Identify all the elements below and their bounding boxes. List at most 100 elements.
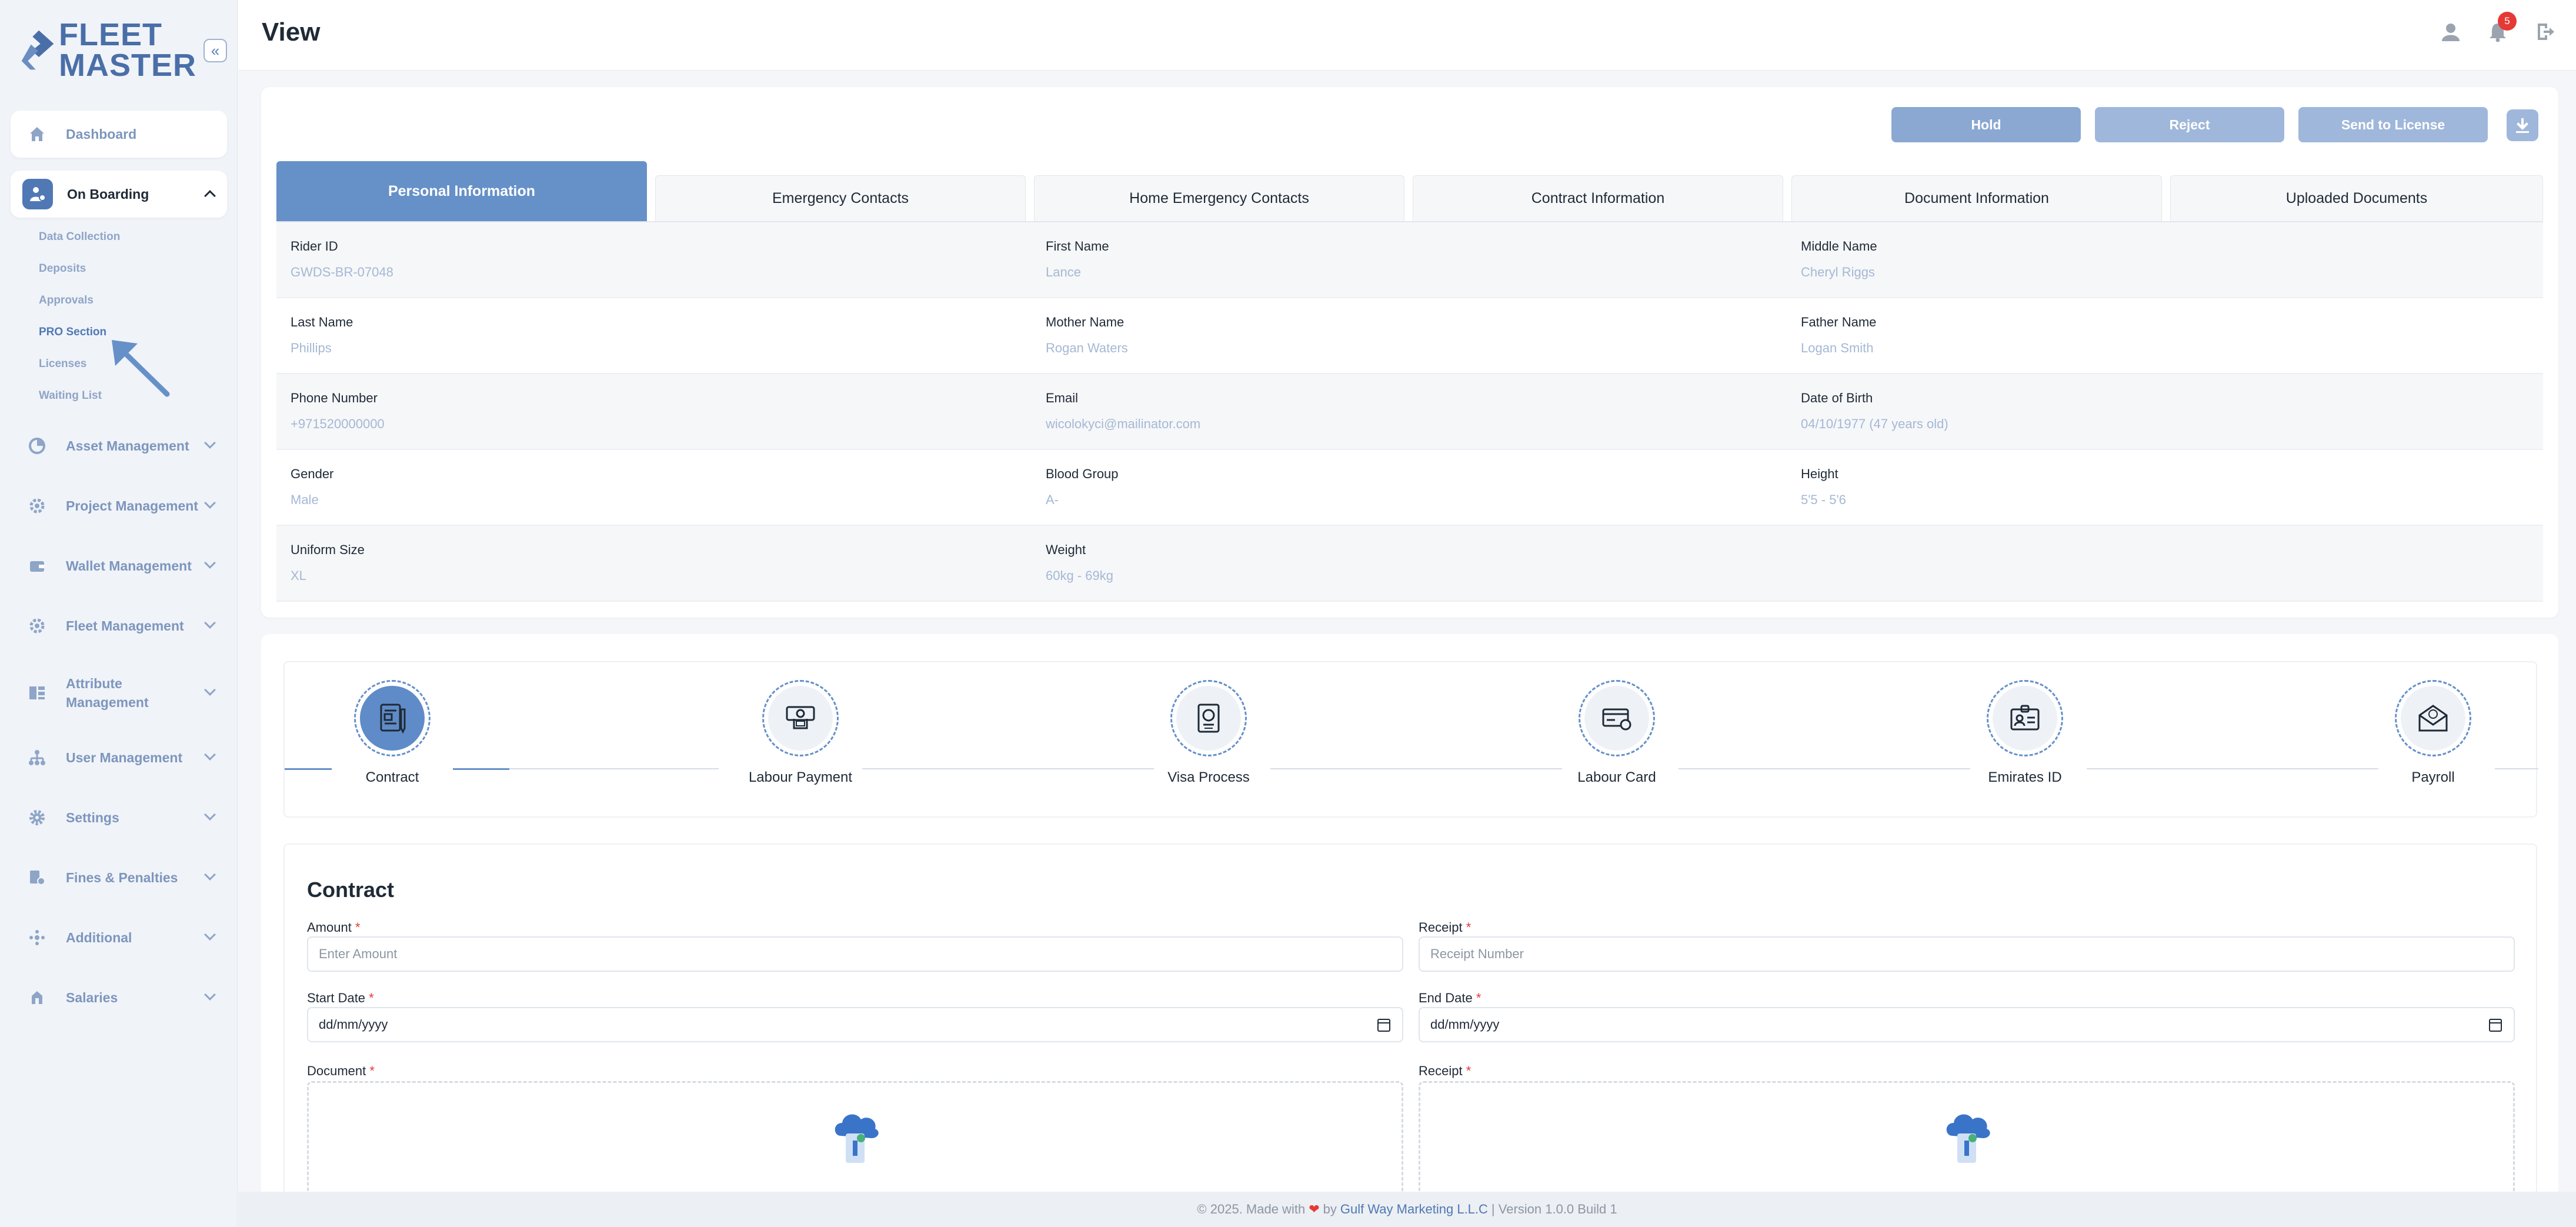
receipt-upload-dropzone[interactable] bbox=[1419, 1081, 2515, 1205]
tab-emergency-contacts[interactable]: Emergency Contacts bbox=[655, 175, 1026, 221]
collapse-sidebar-button[interactable]: « bbox=[203, 39, 227, 62]
logo-text: FLEET MASTER bbox=[59, 19, 196, 81]
step-emirates-id[interactable]: Emirates ID bbox=[1937, 680, 2113, 786]
step-label: Payroll bbox=[2411, 769, 2455, 785]
sidebar-item-asset-management[interactable]: Asset Management bbox=[11, 422, 227, 469]
home-icon bbox=[22, 119, 52, 149]
field-value: 5'5 - 5'6 bbox=[1801, 492, 1846, 507]
calendar-icon[interactable] bbox=[2489, 1019, 2502, 1032]
tab-document-information[interactable]: Document Information bbox=[1791, 175, 2162, 221]
field-label: Height bbox=[1801, 466, 1838, 481]
step-label: Emirates ID bbox=[1988, 769, 2062, 785]
calendar-icon[interactable] bbox=[1377, 1019, 1390, 1032]
sidebar-item-fleet-management[interactable]: Fleet Management bbox=[11, 602, 227, 649]
pointer-arrow-icon bbox=[112, 340, 170, 397]
hold-button[interactable]: Hold bbox=[1891, 107, 2081, 142]
tab-contract-information[interactable]: Contract Information bbox=[1413, 175, 1783, 221]
step-label: Labour Card bbox=[1577, 769, 1656, 785]
sidebar-item-label: Wallet Management bbox=[66, 558, 192, 574]
step-connector bbox=[1270, 768, 1562, 769]
receipt-file-label: Receipt * bbox=[1419, 1063, 1471, 1079]
logout-button[interactable] bbox=[2531, 18, 2559, 46]
sidebar-subitem-deposits[interactable]: Deposits bbox=[39, 262, 86, 275]
field-value: +971520000000 bbox=[291, 416, 385, 431]
date-value: dd/mm/yyyy bbox=[1430, 1017, 1500, 1032]
document-label: Document * bbox=[307, 1063, 375, 1079]
receipt-number-input[interactable]: Receipt Number bbox=[1419, 936, 2515, 972]
field-label: Gender bbox=[291, 466, 334, 481]
step-connector bbox=[2087, 768, 2378, 769]
sidebar-subitem-pro-section[interactable]: PRO Section bbox=[39, 326, 106, 339]
attribute-icon bbox=[22, 678, 52, 708]
step-payroll[interactable]: Payroll bbox=[2345, 680, 2521, 786]
info-row: Uniform Size XL Weight 60kg - 69kg bbox=[276, 526, 2543, 602]
sidebar-item-fines-penalties[interactable]: Fines & Penalties bbox=[11, 854, 227, 901]
chevron-down-icon bbox=[204, 869, 216, 881]
field-height: Height 5'5 - 5'6 bbox=[1801, 466, 1846, 508]
footer: © 2025. Made with ❤ by Gulf Way Marketin… bbox=[238, 1192, 2576, 1227]
field-label: Weight bbox=[1046, 542, 1086, 557]
sidebar-item-wallet-management[interactable]: Wallet Management bbox=[11, 542, 227, 589]
salary-icon bbox=[22, 983, 52, 1012]
wallet-icon bbox=[22, 551, 52, 581]
logo[interactable]: FLEET MASTER bbox=[20, 18, 196, 82]
document-upload-dropzone[interactable] bbox=[307, 1081, 1403, 1205]
company-link[interactable]: Gulf Way Marketing L.L.C bbox=[1340, 1202, 1488, 1217]
footer-by: by bbox=[1323, 1202, 1337, 1216]
notifications-button[interactable]: 5 bbox=[2484, 12, 2517, 46]
sidebar-subitem-data-collection[interactable]: Data Collection bbox=[39, 231, 120, 244]
sidebar-item-label: Dashboard bbox=[66, 126, 137, 142]
sidebar-item-settings[interactable]: Settings bbox=[11, 794, 227, 841]
double-chevron-left-icon: « bbox=[211, 41, 220, 59]
chevron-up-icon bbox=[204, 190, 216, 202]
field-label: Rider ID bbox=[291, 239, 338, 254]
field-phone-number: Phone Number +971520000000 bbox=[291, 391, 385, 432]
sidebar-item-user-management[interactable]: User Management bbox=[11, 734, 227, 781]
user-profile-button[interactable] bbox=[2437, 18, 2465, 46]
step-circle bbox=[762, 680, 839, 756]
tab-personal-information[interactable]: Personal Information bbox=[276, 161, 647, 221]
sidebar-item-additional[interactable]: Additional bbox=[11, 914, 227, 961]
step-labour-payment[interactable]: Labour Payment bbox=[712, 680, 889, 786]
rider-details-card: Hold Reject Send to License Personal Inf… bbox=[261, 87, 2558, 618]
sidebar: FLEET MASTER « Dashboard On Boarding Dat… bbox=[0, 0, 238, 1227]
onboarding-icon bbox=[22, 179, 53, 209]
receipt-label: Receipt * bbox=[1419, 920, 1471, 935]
end-date-input[interactable]: dd/mm/yyyy bbox=[1419, 1007, 2515, 1042]
sidebar-item-attribute-management[interactable]: Attribute Management bbox=[11, 662, 227, 723]
step-contract[interactable]: Contract bbox=[304, 680, 481, 786]
chevron-down-icon bbox=[204, 497, 216, 509]
start-date-input[interactable]: dd/mm/yyyy bbox=[307, 1007, 1403, 1042]
sidebar-item-project-management[interactable]: Project Management bbox=[11, 482, 227, 529]
sidebar-subitem-licenses[interactable]: Licenses bbox=[39, 358, 86, 371]
download-button[interactable] bbox=[2507, 109, 2538, 141]
step-labour-card[interactable]: Labour Card bbox=[1529, 680, 1705, 786]
step-visa-process[interactable]: Visa Process bbox=[1120, 680, 1297, 786]
sidebar-subitem-approvals[interactable]: Approvals bbox=[39, 294, 94, 307]
user-icon bbox=[2442, 24, 2460, 41]
step-connector bbox=[509, 768, 719, 769]
amount-label: Amount * bbox=[307, 920, 361, 935]
download-icon bbox=[2516, 118, 2529, 133]
chevron-down-icon bbox=[204, 684, 216, 696]
info-row: Gender Male Blood Group A- Height 5'5 - … bbox=[276, 450, 2543, 526]
field-label: Phone Number bbox=[291, 391, 378, 405]
label-text: End Date bbox=[1419, 991, 1473, 1005]
sidebar-item-salaries[interactable]: Salaries bbox=[11, 974, 227, 1021]
step-inner bbox=[1176, 686, 1241, 751]
send-to-license-button[interactable]: Send to License bbox=[2298, 107, 2488, 142]
field-value: Cheryl Riggs bbox=[1801, 265, 1875, 279]
project-icon bbox=[22, 491, 52, 521]
sidebar-item-dashboard[interactable]: Dashboard bbox=[11, 111, 227, 158]
sidebar-item-onboarding[interactable]: On Boarding bbox=[11, 171, 227, 218]
tab-home-emergency-contacts[interactable]: Home Emergency Contacts bbox=[1034, 175, 1404, 221]
sidebar-subitem-waiting-list[interactable]: Waiting List bbox=[39, 389, 102, 402]
field-label: Uniform Size bbox=[291, 542, 365, 557]
field-last-name: Last Name Phillips bbox=[291, 315, 353, 356]
field-blood-group: Blood Group A- bbox=[1046, 466, 1119, 508]
reject-button[interactable]: Reject bbox=[2095, 107, 2284, 142]
amount-input[interactable]: Enter Amount bbox=[307, 936, 1403, 972]
field-value: Rogan Waters bbox=[1046, 341, 1128, 355]
tab-uploaded-documents[interactable]: Uploaded Documents bbox=[2170, 175, 2543, 221]
start-date-label: Start Date * bbox=[307, 991, 374, 1006]
